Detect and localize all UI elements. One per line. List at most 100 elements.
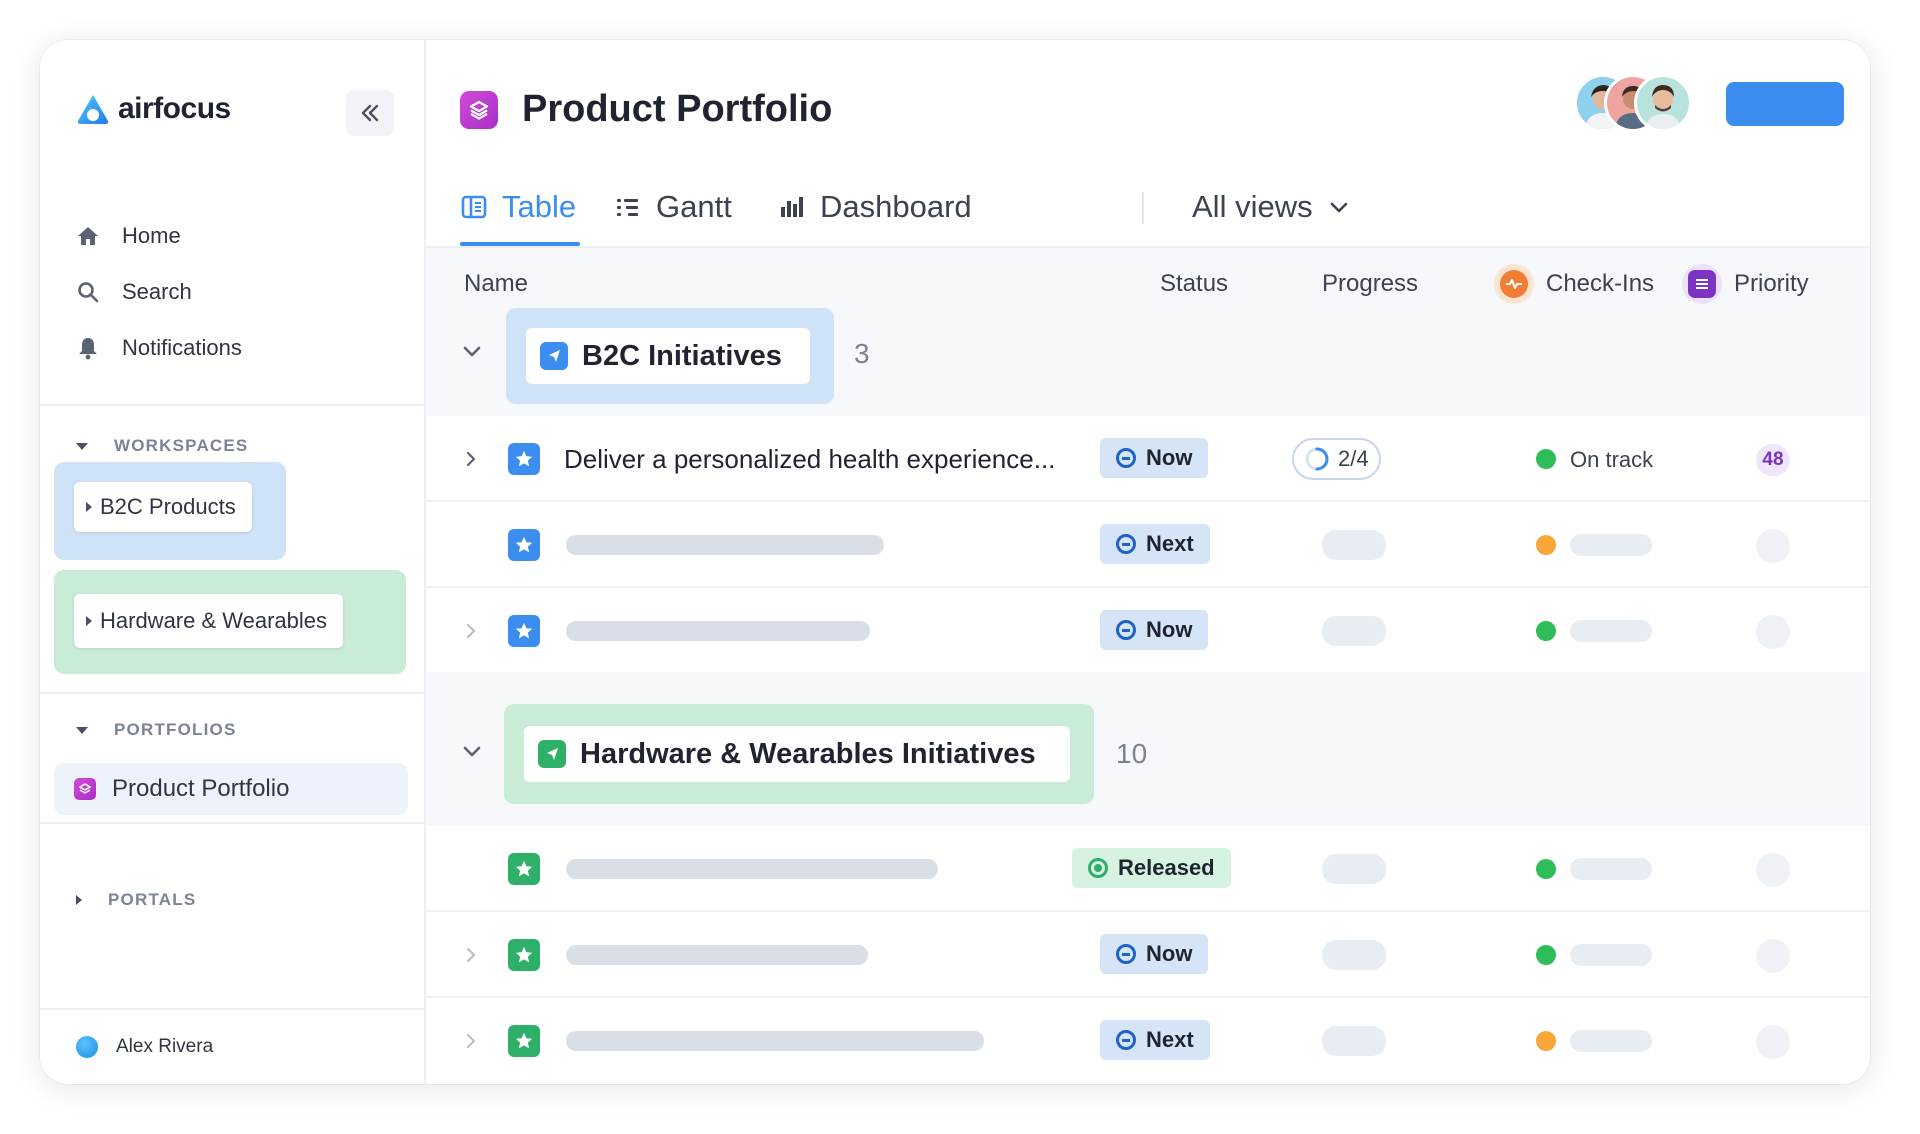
star-icon bbox=[508, 939, 540, 971]
status-label: Next bbox=[1146, 531, 1194, 556]
logo-text: airfocus bbox=[118, 92, 231, 125]
status-now-icon bbox=[1116, 944, 1136, 964]
collapse-sidebar-button[interactable] bbox=[346, 90, 394, 136]
workspaces-section-toggle[interactable]: WORKSPACES bbox=[76, 436, 248, 456]
sidebar-divider bbox=[40, 1008, 426, 1010]
workspace-hardware-label: Hardware & Wearables bbox=[100, 608, 328, 633]
table-row[interactable]: Released bbox=[426, 826, 1870, 912]
bar-chart-icon bbox=[781, 197, 803, 217]
nav-search-label: Search bbox=[122, 279, 192, 304]
group-title: B2C Initiatives bbox=[582, 339, 782, 372]
tab-dashboard-label: Dashboard bbox=[820, 189, 972, 224]
all-views-dropdown[interactable]: All views bbox=[1192, 166, 1351, 248]
item-name[interactable]: Deliver a personalized health experience… bbox=[564, 444, 1055, 475]
status-badge[interactable]: Released bbox=[1072, 848, 1231, 888]
active-tab-indicator bbox=[460, 242, 580, 246]
nav-notifications[interactable]: Notifications bbox=[76, 335, 242, 361]
sidebar-item-product-portfolio[interactable]: Product Portfolio bbox=[54, 763, 408, 815]
workspace-hardware-block: Hardware & Wearables bbox=[54, 570, 406, 674]
portfolios-section-toggle[interactable]: PORTFOLIOS bbox=[76, 720, 237, 740]
priority-placeholder bbox=[1756, 529, 1790, 563]
tabs-divider bbox=[1142, 192, 1144, 224]
table-row[interactable]: Deliver a personalized health experience… bbox=[426, 416, 1870, 502]
chevron-right-icon[interactable] bbox=[462, 946, 480, 964]
home-icon bbox=[78, 227, 98, 245]
nav-home[interactable]: Home bbox=[76, 223, 181, 249]
workspace-hardware-wearables[interactable]: Hardware & Wearables bbox=[74, 594, 344, 648]
caret-right-icon bbox=[86, 502, 92, 512]
group-chip: Hardware & Wearables Initiatives bbox=[524, 726, 1070, 782]
workspace-b2c-products[interactable]: B2C Products bbox=[74, 482, 252, 532]
status-badge[interactable]: Now bbox=[1100, 610, 1209, 650]
group-header-b2c[interactable]: B2C Initiatives 3 bbox=[426, 300, 1870, 404]
page-header: Product Portfolio bbox=[460, 88, 832, 131]
sidebar-divider bbox=[40, 822, 426, 824]
checkin-status-dot bbox=[1536, 535, 1556, 555]
group-count: 3 bbox=[854, 338, 870, 369]
user-name: Alex Rivera bbox=[116, 1036, 214, 1057]
column-checkins-label: Check-Ins bbox=[1546, 270, 1655, 297]
table-row[interactable]: Now bbox=[426, 588, 1870, 672]
workspace-b2c-label: B2C Products bbox=[100, 494, 236, 519]
group-header-hardware[interactable]: Hardware & Wearables Initiatives 10 bbox=[426, 698, 1870, 804]
tab-gantt[interactable]: Gantt bbox=[614, 166, 732, 248]
chevron-right-icon[interactable] bbox=[462, 1032, 480, 1050]
sidebar-divider bbox=[40, 692, 426, 694]
status-now-icon bbox=[1116, 448, 1136, 468]
column-header-status[interactable]: Status bbox=[1160, 270, 1228, 298]
status-badge[interactable]: Next bbox=[1100, 524, 1210, 564]
chevron-down-icon bbox=[463, 346, 481, 357]
tab-table[interactable]: Table bbox=[460, 166, 576, 248]
group-chip-container: B2C Initiatives bbox=[506, 308, 834, 404]
gantt-icon bbox=[617, 199, 638, 216]
rocket-icon bbox=[538, 740, 566, 768]
star-icon bbox=[508, 1025, 540, 1057]
priority-placeholder bbox=[1756, 853, 1790, 887]
portals-label: PORTALS bbox=[108, 890, 197, 909]
priority-placeholder bbox=[1756, 939, 1790, 973]
collaborator-avatars[interactable] bbox=[1574, 74, 1696, 134]
priority-score[interactable]: 48 bbox=[1756, 444, 1790, 476]
name-placeholder bbox=[566, 1031, 984, 1051]
priority-icon bbox=[1682, 264, 1722, 304]
group-chip-container: Hardware & Wearables Initiatives bbox=[504, 704, 1094, 804]
logo[interactable]: airfocus bbox=[76, 92, 231, 126]
checkin-status-dot bbox=[1536, 1031, 1556, 1051]
portfolio-table: Name Status Progress Check-Ins Priority bbox=[426, 248, 1870, 1084]
checkin-placeholder bbox=[1570, 1030, 1652, 1052]
table-row[interactable]: Next bbox=[426, 998, 1870, 1084]
portals-section-toggle[interactable]: PORTALS bbox=[76, 890, 196, 910]
checkin-label: On track bbox=[1570, 447, 1654, 472]
tab-table-label: Table bbox=[502, 189, 577, 224]
table-row[interactable]: Next bbox=[426, 502, 1870, 588]
status-badge[interactable]: Now bbox=[1100, 934, 1209, 974]
name-placeholder bbox=[566, 945, 868, 965]
progress-indicator[interactable]: 2/4 bbox=[1292, 438, 1381, 480]
checkin-placeholder bbox=[1570, 944, 1652, 966]
user-profile[interactable]: Alex Rivera bbox=[76, 1036, 213, 1058]
chevron-right-icon[interactable] bbox=[462, 450, 480, 468]
tab-dashboard[interactable]: Dashboard bbox=[778, 166, 972, 248]
search-icon bbox=[78, 282, 99, 303]
status-badge[interactable]: Now bbox=[1100, 438, 1209, 478]
sidebar-divider bbox=[40, 404, 426, 406]
column-header-progress[interactable]: Progress bbox=[1322, 270, 1418, 298]
status-badge[interactable]: Next bbox=[1100, 1020, 1210, 1060]
status-now-icon bbox=[1116, 534, 1136, 554]
portfolios-label: PORTFOLIOS bbox=[114, 720, 237, 739]
nav-notifications-label: Notifications bbox=[122, 335, 242, 360]
table-row[interactable]: Now bbox=[426, 912, 1870, 998]
group-count: 10 bbox=[1116, 738, 1148, 769]
table-icon bbox=[461, 195, 487, 219]
chevron-down-icon bbox=[1330, 202, 1347, 213]
status-label: Released bbox=[1118, 855, 1215, 880]
priority-placeholder bbox=[1756, 1025, 1790, 1059]
nav-search[interactable]: Search bbox=[76, 279, 192, 305]
column-header-checkins[interactable]: Check-Ins bbox=[1494, 264, 1654, 304]
primary-action-button[interactable] bbox=[1726, 82, 1844, 126]
status-now-icon bbox=[1116, 620, 1136, 640]
chevron-right-icon[interactable] bbox=[462, 622, 480, 640]
column-header-name[interactable]: Name bbox=[464, 270, 528, 298]
column-header-priority[interactable]: Priority bbox=[1682, 264, 1809, 304]
checkin-status-dot bbox=[1536, 945, 1556, 965]
